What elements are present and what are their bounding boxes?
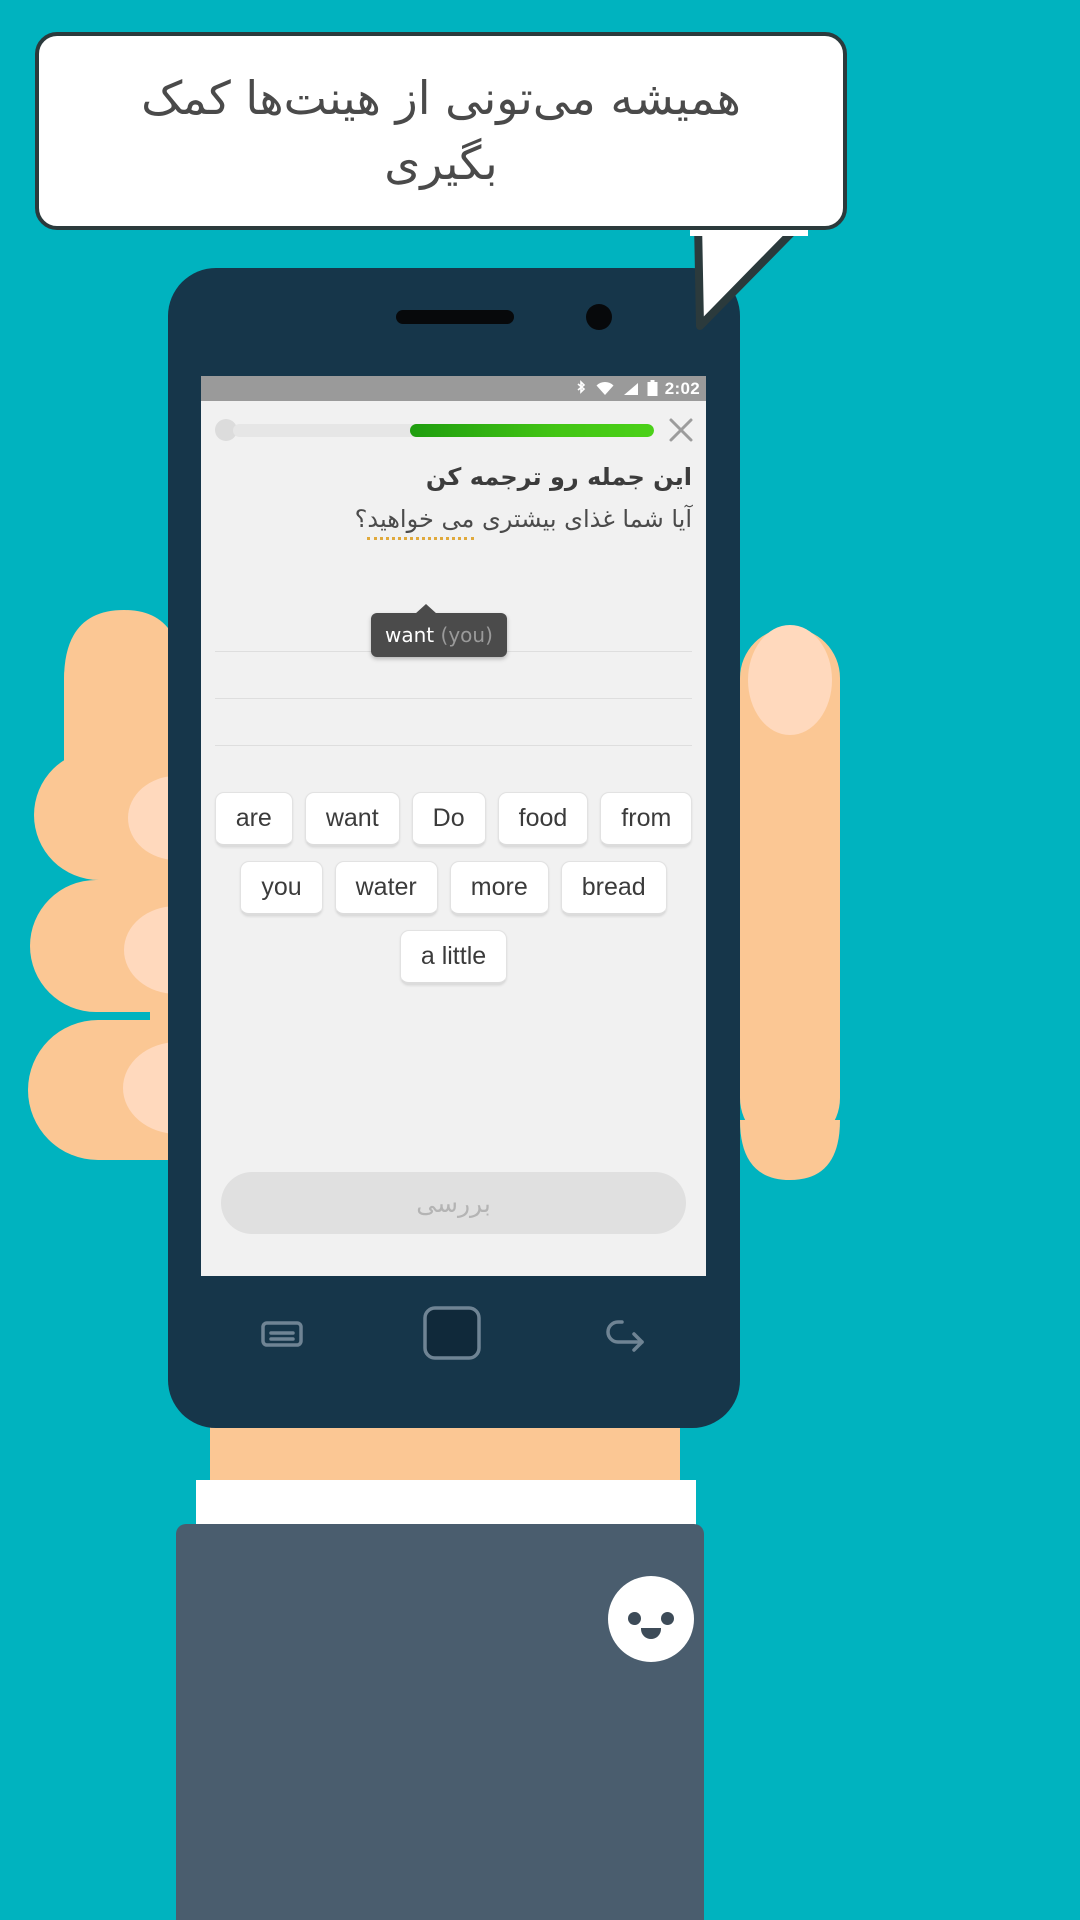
word-tile[interactable]: Do [411,792,486,847]
phone-screen: 2:02 این جمله رو ترجمه کن آیا شما غذای ب… [201,376,706,1276]
sentence-segment-plain-lead: آیا شما غذای بیشتری [474,505,692,533]
word-tile[interactable]: bread [560,861,667,916]
tooltip-arrow-icon [415,604,437,614]
sentence-hint-word[interactable]: می خواهید [367,505,475,540]
speech-bubble-text: همیشه می‌تونی از هینت‌ها کمک بگیری [141,70,741,190]
word-tile[interactable]: food [497,792,589,847]
mascot-face-avatar [608,1576,694,1662]
hint-speech-bubble: همیشه می‌تونی از هینت‌ها کمک بگیری [35,32,847,230]
back-icon[interactable] [600,1312,648,1354]
answer-line[interactable] [215,699,692,746]
wifi-icon [596,381,614,395]
phone-front-camera [586,304,612,330]
face-eye-right [661,1612,674,1625]
tooltip-main-text: want [385,623,435,647]
signal-icon [623,382,638,395]
home-icon[interactable] [421,1304,483,1362]
word-tile[interactable]: more [449,861,549,916]
word-tile[interactable]: you [240,861,323,916]
android-status-bar: 2:02 [201,376,706,401]
exercise-sentence: آیا شما غذای بیشتری می خواهید؟ (you) wan… [201,491,706,657]
phone-device: 2:02 این جمله رو ترجمه کن آیا شما غذای ب… [168,268,740,1428]
word-tile[interactable]: a little [399,930,508,985]
close-lesson-button[interactable] [664,413,698,447]
word-tile[interactable]: from [600,792,693,847]
close-icon [669,418,693,442]
progress-bar-track [233,423,654,437]
word-bank: are want Do food from you water more bre… [201,792,706,985]
progress-bar-fill [409,423,654,437]
check-answer-button[interactable]: بررسی [221,1172,686,1234]
face-eye-left [628,1612,641,1625]
hint-tooltip: (you) want [371,604,507,657]
exercise-prompt: این جمله رو ترجمه کن [425,463,692,491]
status-bar-clock: 2:02 [664,378,700,398]
bluetooth-icon [577,379,585,394]
lesson-progress-row [201,401,706,459]
word-tile[interactable]: are [214,792,293,847]
android-nav-bar [201,1288,706,1378]
battery-icon [647,380,658,396]
white-divider-strip [196,1480,696,1526]
word-bank-row: you water more bread [211,861,696,916]
word-bank-row: are want Do food from [211,792,696,847]
tooltip-muted-text: (you) [440,623,493,647]
speech-bubble-tail [690,222,808,330]
word-bank-row: a little [211,930,696,985]
answer-line[interactable] [215,652,692,699]
sentence-segment-plain-tail: ؟ [354,505,368,533]
word-tile[interactable]: water [334,861,438,916]
phone-earpiece-speaker [396,310,514,324]
face-mouth [641,1628,661,1639]
recents-icon[interactable] [259,1313,305,1353]
word-tile[interactable]: want [304,792,400,847]
